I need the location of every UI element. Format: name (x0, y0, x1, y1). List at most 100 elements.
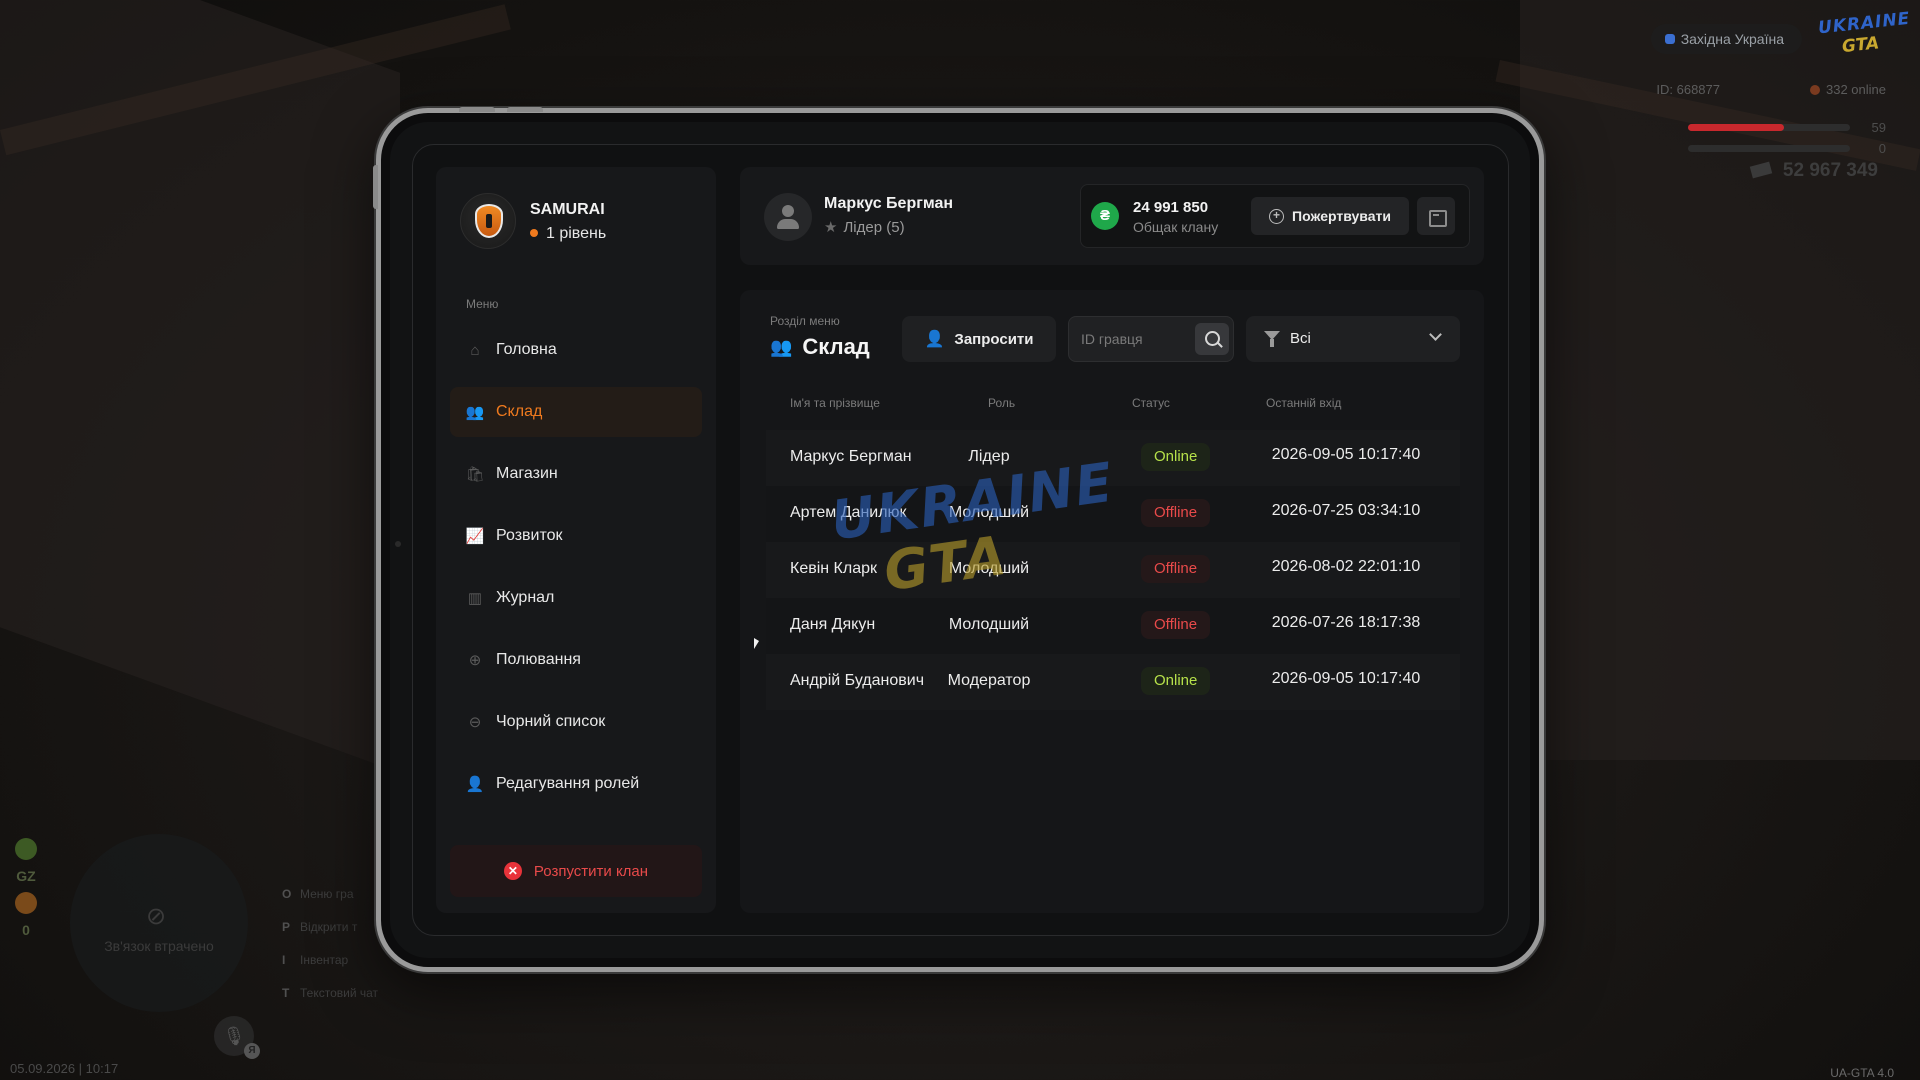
sidebar-item[interactable]: 👤 Редагування ролей (450, 759, 702, 809)
sidebar-item[interactable]: ⊕ Полювання (450, 635, 702, 685)
member-name: Андрій Буданович (790, 672, 925, 689)
member-role: Молодший (948, 504, 1030, 521)
sidebar: SAMURAI 1 рівень Меню ⌂ Головна 👥 Склад 🛍 Маг… (436, 167, 716, 913)
level-dot (530, 229, 538, 237)
add-user-icon: 👤 (924, 331, 945, 348)
key-hint-key: O (282, 887, 292, 901)
gang-zone-label: GZ (16, 868, 36, 884)
minimap: ⊘ Зв'язок втрачено (70, 834, 248, 1012)
column-header-last-login: Останній вхід (1266, 396, 1342, 410)
key-hint-key: T (282, 986, 290, 1000)
clan-level-text: 1 рівень (546, 225, 607, 242)
tablet-camera (395, 541, 401, 547)
key-hints: O Меню гра P Відкрити т I Інвентар T Текстовий … (282, 884, 378, 1016)
gang-zone-count: 0 (22, 922, 30, 938)
key-hint-key: I (282, 953, 286, 967)
sidebar-item[interactable]: ⊖ Чорний список (450, 697, 702, 747)
sidebar-item-label: Полювання (496, 651, 581, 668)
archive-button[interactable] (1417, 197, 1455, 235)
member-name: Кевін Кларк (790, 560, 878, 577)
key-hint: T Текстовий чат (282, 983, 378, 1016)
no-signal-icon: ⊘ (146, 903, 167, 930)
member-last-login: 2026-08-02 22:01:10 (1271, 558, 1421, 575)
clan-emblem (475, 204, 503, 238)
sidebar-item-label: Редагування ролей (496, 775, 640, 792)
player-money: 52 967 349 (1749, 160, 1878, 182)
health-bar (1688, 124, 1850, 131)
server-region-badge: Західна Україна (1650, 24, 1802, 54)
invite-button[interactable]: 👤 Запросити (902, 316, 1056, 362)
column-header-status: Статус (1132, 396, 1170, 410)
sidebar-item[interactable]: ▥ Журнал (450, 573, 702, 623)
sidebar-item-label: Склад (496, 403, 543, 420)
server-region: Західна Україна (1680, 31, 1784, 47)
sidebar-item-label: Головна (496, 341, 557, 358)
member-last-login: 2026-09-05 10:17:40 (1271, 670, 1421, 687)
hryvnia-icon: ₴ (1091, 202, 1119, 230)
clan-logo (460, 193, 516, 249)
mic-key-badge: Я (244, 1043, 260, 1059)
column-header-role: Роль (988, 396, 1016, 410)
status-filter-dropdown[interactable]: Всі (1246, 316, 1460, 362)
bank-amount: 24 991 850 (1133, 199, 1209, 216)
sidebar-item[interactable]: 👥 Склад (450, 387, 702, 437)
sidebar-item-label: Розвиток (496, 527, 563, 544)
invite-label: Запросити (954, 330, 1034, 348)
members-table: Маркус Бергман Лідер Online 2026-09-05 10:1… (766, 430, 1460, 710)
tablet-button (507, 107, 543, 112)
online-icon (1810, 85, 1820, 95)
table-row[interactable]: Андрій Буданович Модератор Online 2026-09-0… (766, 654, 1460, 710)
team-icon: 👥 (465, 404, 485, 421)
member-role: Молодший (948, 616, 1030, 633)
member-name: Маркус Бергман (790, 448, 912, 465)
table-row[interactable]: Артем Данилюк Молодший Offline 2026-07-25 0… (766, 486, 1460, 542)
members-panel: Розділ меню 👥 Склад 👤 Запросити Всі Ім'я… (740, 290, 1484, 913)
sidebar-item[interactable]: ⌂ Головна (450, 325, 702, 375)
table-row[interactable]: Маркус Бергман Лідер Online 2026-09-05 10:1… (766, 430, 1460, 486)
close-icon: ✕ (503, 862, 522, 880)
online-count: 332 online (1810, 82, 1886, 97)
health-bar-fill (1688, 124, 1784, 131)
donate-button[interactable]: + Пожертвувати (1251, 197, 1409, 235)
tablet-button (459, 107, 495, 112)
block-icon: ⊖ (468, 714, 482, 731)
member-last-login: 2026-07-25 03:34:10 (1271, 502, 1421, 519)
armor-value: 0 (1878, 141, 1886, 156)
chart-icon: 📈 (465, 528, 485, 545)
table-row[interactable]: Кевін Кларк Молодший Offline 2026-08-02 22:… (766, 542, 1460, 598)
section-title-text: Склад (802, 334, 870, 359)
game-datetime: 05.09.2026 | 10:17 (10, 1061, 119, 1076)
table-row[interactable]: Даня Дякун Молодший Offline 2026-07-26 18:1… (766, 598, 1460, 654)
key-hint: I Інвентар (282, 950, 378, 983)
region-icon (1664, 34, 1675, 44)
team-icon: 👥 (770, 336, 793, 357)
member-name: Даня Дякун (790, 616, 876, 633)
player-id-input[interactable] (1081, 317, 1191, 361)
sidebar-item[interactable]: 🛍 Магазин (450, 449, 702, 499)
sidebar-item[interactable]: 📈 Розвиток (450, 511, 702, 561)
status-badge: Online (1141, 443, 1211, 471)
health-value: 59 (1871, 120, 1886, 135)
search-button[interactable] (1195, 323, 1229, 355)
key-hint-label: Текстовий чат (300, 986, 379, 1000)
swords-icon (15, 892, 37, 914)
crosshair-icon: ⊕ (468, 652, 482, 669)
key-hint-key: P (282, 920, 291, 934)
member-role: Молодший (948, 560, 1030, 577)
disband-clan-button[interactable]: ✕ Розпустити клан (450, 845, 702, 897)
key-hint: O Меню гра (282, 884, 378, 917)
profile-header: Маркус Бергман ★ Лідер (5) ₴ 24 991 850 О… (740, 167, 1484, 265)
filter-icon (1264, 331, 1280, 347)
player-money-text: 52 967 349 (1782, 160, 1878, 181)
key-hint: P Відкрити т (282, 917, 378, 950)
section-caption: Розділ меню (770, 314, 840, 328)
bank-label: Общак клану (1133, 219, 1219, 235)
status-badge: Online (1141, 667, 1211, 695)
minimap-status: Зв'язок втрачено (104, 938, 214, 954)
member-name: Артем Данилюк (790, 504, 907, 521)
mouse-cursor (754, 638, 759, 649)
section-title: 👥 Склад (770, 334, 870, 360)
tablet-side-button (373, 165, 378, 209)
sidebar-item-label: Магазин (496, 465, 558, 482)
avatar (764, 193, 812, 241)
